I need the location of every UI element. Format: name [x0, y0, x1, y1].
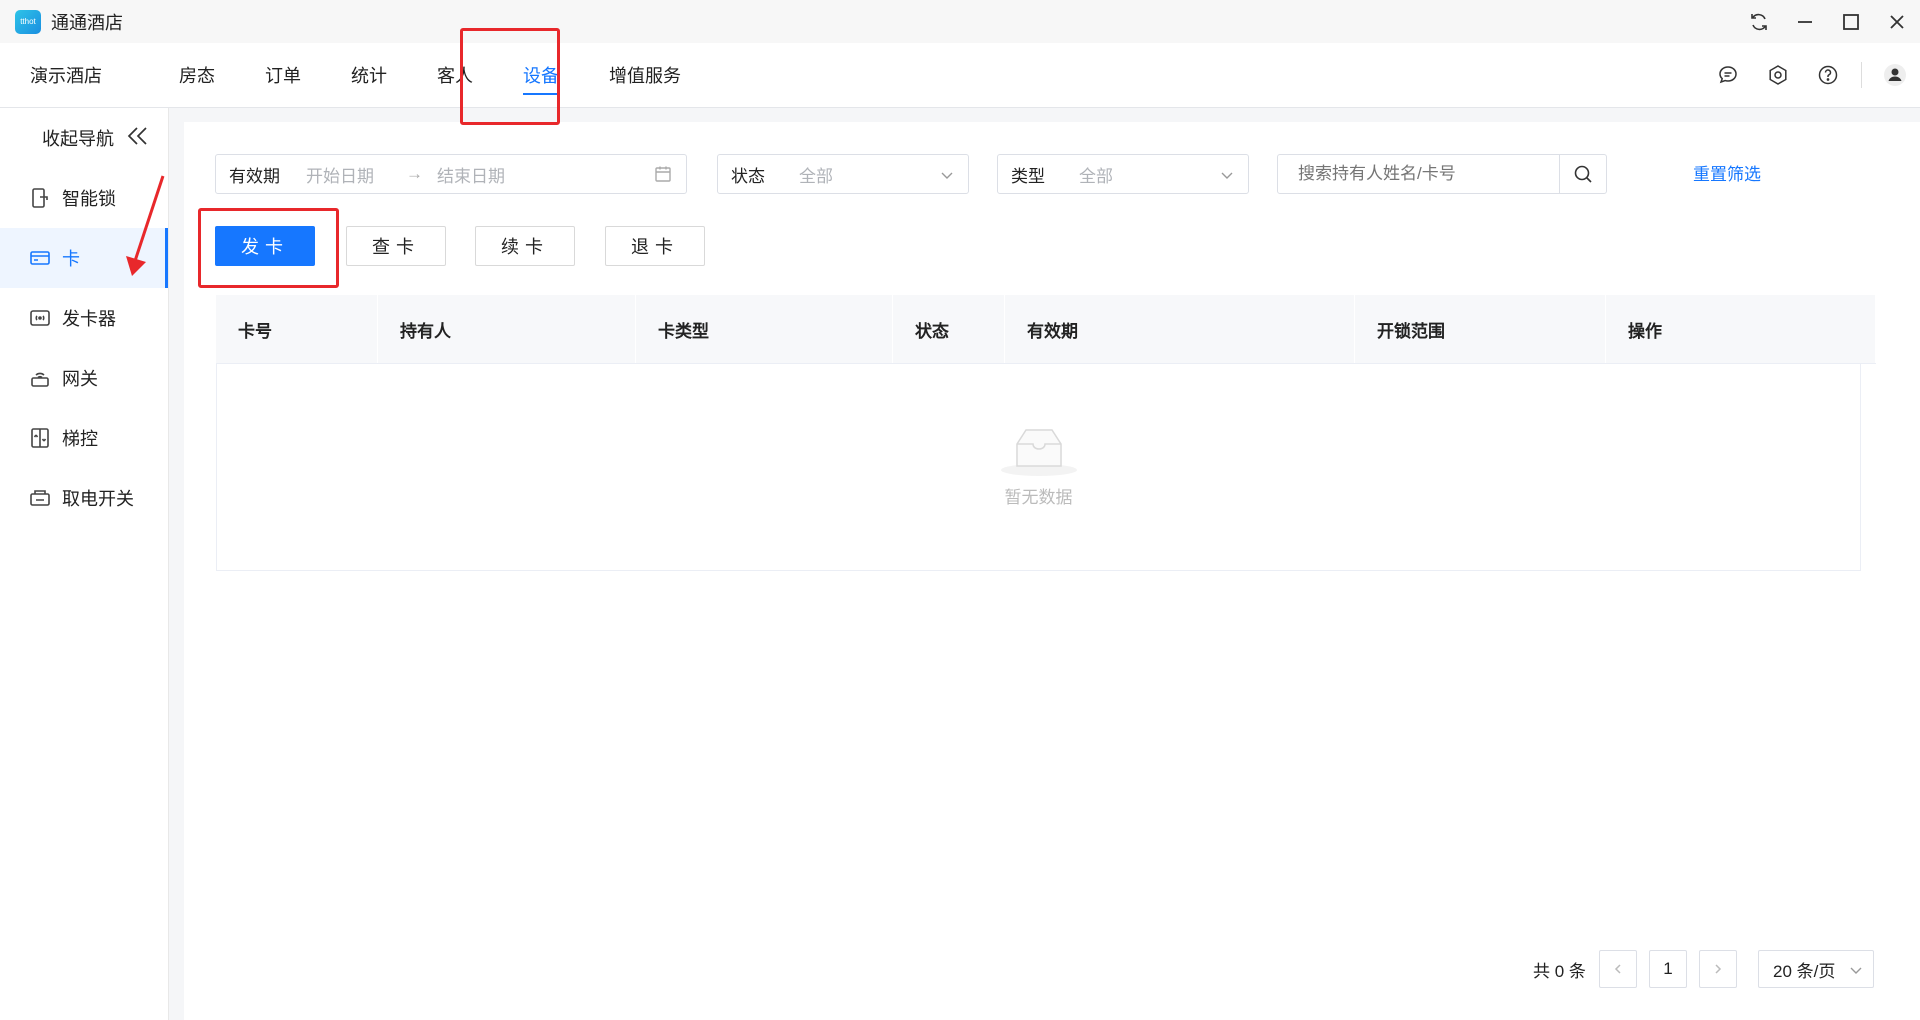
pagination-total: 共 0 条: [1533, 962, 1586, 981]
message-icon[interactable]: [1703, 43, 1753, 107]
double-chevron-left-icon: [126, 125, 150, 152]
prev-page-button[interactable]: [1599, 950, 1637, 988]
app-title: 通通酒店: [51, 12, 123, 33]
refresh-icon[interactable]: [1736, 0, 1782, 43]
column-header: 开锁范围: [1355, 295, 1606, 363]
cards-table: 卡号 持有人 卡类型 状态 有效期 开锁范围 操作 暂无数据: [216, 295, 1876, 571]
page-number-button[interactable]: 1: [1649, 950, 1687, 988]
user-avatar-icon[interactable]: [1870, 43, 1920, 107]
app-logo: tthot: [15, 9, 41, 34]
sidebar-item-label: 发卡器: [62, 309, 116, 329]
close-icon[interactable]: [1874, 0, 1920, 43]
empty-state: 暂无数据: [999, 422, 1079, 508]
sidebar-item-label: 智能锁: [62, 189, 116, 209]
annotation-box-devices-tab: [460, 28, 560, 125]
sidebar-item-power-switch[interactable]: 取电开关: [0, 468, 168, 528]
main-panel: 有效期 开始日期 → 结束日期 状态 全部 类型 全部 重置筛选 发卡 查卡 续…: [184, 122, 1920, 1020]
card-encoder-icon: [28, 306, 52, 330]
help-icon[interactable]: [1803, 43, 1853, 107]
calendar-icon: [654, 165, 672, 188]
status-value: 全部: [799, 166, 833, 186]
nav-hotel[interactable]: 演示酒店: [0, 43, 154, 107]
sidebar-item-elevator[interactable]: 梯控: [0, 408, 168, 468]
validity-date-range[interactable]: 有效期 开始日期 → 结束日期: [215, 154, 687, 194]
validity-label: 有效期: [229, 166, 280, 186]
power-switch-icon: [28, 486, 52, 510]
chevron-down-icon: [1849, 962, 1863, 982]
query-card-button[interactable]: 查卡: [346, 226, 446, 266]
column-header: 状态: [893, 295, 1005, 363]
nav-statistics[interactable]: 统计: [326, 43, 412, 107]
search-button[interactable]: [1559, 155, 1606, 193]
nav-orders[interactable]: 订单: [240, 43, 326, 107]
search-icon: [1574, 165, 1592, 183]
annotation-arrow: [126, 175, 165, 276]
end-date-input[interactable]: 结束日期: [437, 162, 505, 187]
type-select[interactable]: 类型 全部: [997, 154, 1249, 194]
column-header: 操作: [1606, 295, 1876, 363]
reset-filters-link[interactable]: 重置筛选: [1693, 160, 1761, 185]
search-input[interactable]: [1296, 163, 1550, 185]
elevator-icon: [28, 426, 52, 450]
window-controls: [1736, 0, 1920, 43]
status-select[interactable]: 状态 全部: [717, 154, 969, 194]
smart-lock-icon: [28, 186, 52, 210]
search-box: [1277, 154, 1607, 194]
empty-text: 暂无数据: [1004, 488, 1073, 507]
page-size-value: 20 条/页: [1773, 961, 1836, 981]
column-header: 卡类型: [636, 295, 893, 363]
chevron-left-icon: [1614, 964, 1621, 974]
sidebar-item-label: 网关: [62, 369, 98, 389]
sidebar-item-card-encoder[interactable]: 发卡器: [0, 288, 168, 348]
column-header: 卡号: [216, 295, 378, 363]
chevron-right-icon: [1715, 964, 1722, 974]
title-bar: tthot 通通酒店: [0, 0, 1920, 43]
empty-inbox-icon: [999, 422, 1079, 483]
annotation-box-issue-card: [198, 208, 339, 288]
next-page-button[interactable]: [1699, 950, 1737, 988]
card-icon: [28, 246, 52, 270]
column-header: 持有人: [378, 295, 636, 363]
chevron-down-icon: [940, 167, 954, 187]
minimize-icon[interactable]: [1782, 0, 1828, 43]
page-size-select[interactable]: 20 条/页: [1758, 950, 1874, 988]
sidebar-item-label: 梯控: [62, 429, 98, 449]
collapse-nav-label: 收起导航: [42, 129, 114, 149]
sidebar-item-label: 取电开关: [62, 489, 134, 509]
type-value: 全部: [1079, 166, 1113, 186]
range-arrow-icon: →: [406, 164, 423, 183]
status-label: 状态: [731, 166, 765, 186]
renew-card-button[interactable]: 续卡: [475, 226, 575, 266]
nav-right-icons: [1703, 43, 1920, 107]
return-card-button[interactable]: 退卡: [605, 226, 705, 266]
nav-divider: [1861, 62, 1862, 88]
chevron-down-icon: [1220, 167, 1234, 187]
settings-icon[interactable]: [1753, 43, 1803, 107]
nav-value-added[interactable]: 增值服务: [584, 43, 706, 107]
table-body: 暂无数据: [216, 364, 1861, 571]
type-label: 类型: [1011, 166, 1045, 186]
sidebar-item-gateway[interactable]: 网关: [0, 348, 168, 408]
top-nav: 演示酒店 房态 订单 统计 客人 设备 增值服务: [0, 43, 1920, 108]
maximize-icon[interactable]: [1828, 0, 1874, 43]
gateway-icon: [28, 366, 52, 390]
collapse-nav-button[interactable]: 收起导航: [0, 108, 168, 168]
table-header: 卡号 持有人 卡类型 状态 有效期 开锁范围 操作: [216, 295, 1876, 364]
nav-room-status[interactable]: 房态: [154, 43, 240, 107]
start-date-input[interactable]: 开始日期: [306, 162, 374, 187]
column-header: 有效期: [1005, 295, 1355, 363]
sidebar-item-label: 卡: [62, 249, 80, 269]
